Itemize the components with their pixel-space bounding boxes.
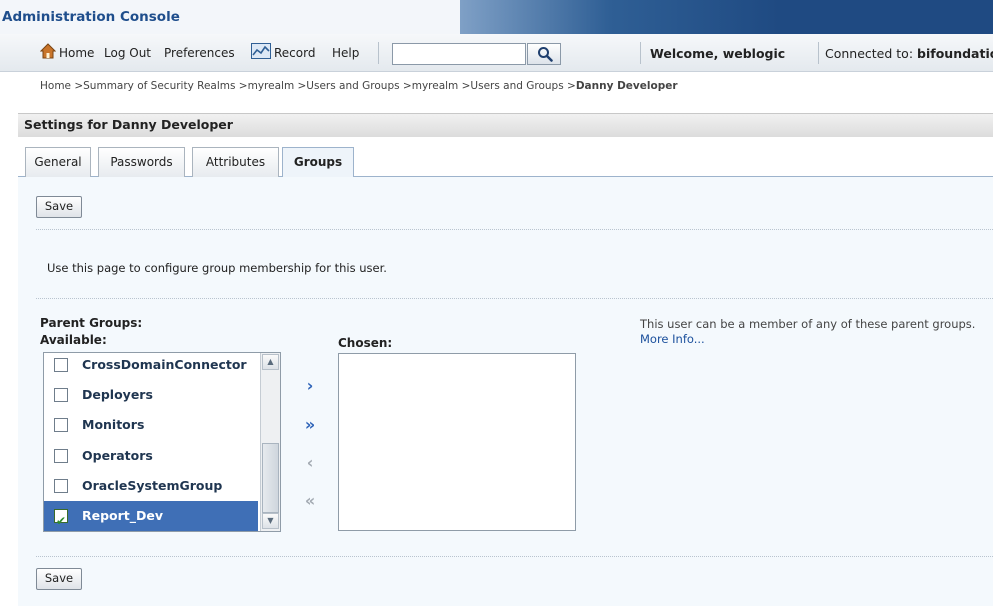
available-groups-list[interactable]: CrossDomainConnector Deployers Monitors …: [43, 352, 281, 532]
tab-groups[interactable]: Groups: [282, 147, 354, 178]
checkbox-checked[interactable]: [54, 506, 68, 531]
move-all-left-icon[interactable]: «: [298, 489, 322, 513]
preferences-link[interactable]: Preferences: [164, 46, 235, 60]
group-label: OracleSystemGroup: [82, 478, 223, 493]
tab-general[interactable]: General: [25, 147, 91, 177]
tab-bar: General Passwords Attributes Groups: [18, 137, 993, 178]
save-button-top[interactable]: Save: [36, 196, 82, 218]
list-item-selected[interactable]: Report_Dev: [44, 501, 258, 531]
move-all-right-icon[interactable]: »: [298, 413, 322, 437]
scroll-up-icon[interactable]: ▲: [262, 354, 279, 370]
connected-status: Connected to: bifoundation: [825, 46, 993, 61]
page-title: Settings for Danny Developer: [18, 113, 993, 137]
checkbox[interactable]: [54, 418, 68, 432]
move-right-icon[interactable]: ›: [298, 374, 322, 398]
welcome-text: Welcome, weblogic: [650, 46, 786, 61]
list-item[interactable]: Deployers: [44, 380, 258, 410]
search-icon: [537, 46, 553, 65]
list-item[interactable]: CrossDomainConnector: [44, 353, 258, 380]
save-button-bottom[interactable]: Save: [36, 568, 82, 590]
group-label: Operators: [82, 448, 153, 463]
tab-attributes[interactable]: Attributes: [192, 147, 279, 177]
list-scrollbar[interactable]: ▲ ▼: [260, 353, 280, 531]
connected-domain: bifoundation: [917, 46, 993, 61]
move-left-icon[interactable]: ‹: [298, 451, 322, 475]
chosen-groups-list[interactable]: [338, 353, 576, 531]
home-link[interactable]: Home: [59, 46, 94, 60]
toolbar-divider: [640, 42, 641, 64]
divider: [36, 229, 993, 230]
tab-passwords[interactable]: Passwords: [98, 147, 185, 177]
checkbox[interactable]: [54, 358, 68, 372]
group-label: CrossDomainConnector: [82, 357, 247, 372]
help-text: This user can be a member of any of thes…: [640, 317, 980, 347]
scroll-down-icon[interactable]: ▼: [262, 513, 279, 529]
chosen-label: Chosen:: [338, 336, 393, 350]
parent-groups-label: Parent Groups:: [40, 316, 143, 330]
help-description: This user can be a member of any of thes…: [640, 317, 976, 331]
app-title: Administration Console: [0, 0, 460, 34]
record-link[interactable]: Record: [274, 46, 315, 60]
search-input[interactable]: [392, 43, 526, 65]
toolbar-divider: [378, 42, 379, 64]
search-button[interactable]: [527, 43, 561, 65]
group-label: Deployers: [82, 387, 153, 402]
checkbox[interactable]: [54, 388, 68, 402]
list-item[interactable]: Monitors: [44, 410, 258, 440]
divider: [36, 298, 993, 299]
list-item[interactable]: Operators: [44, 441, 258, 471]
logout-link[interactable]: Log Out: [104, 46, 151, 60]
more-info-link[interactable]: More Info...: [640, 332, 705, 346]
home-icon[interactable]: [39, 43, 57, 62]
breadcrumb-path[interactable]: Home >Summary of Security Realms >myreal…: [40, 80, 576, 92]
record-icon[interactable]: [251, 43, 271, 62]
available-label: Available:: [40, 333, 107, 347]
checkbox[interactable]: [54, 449, 68, 463]
connected-label: Connected to:: [825, 46, 914, 61]
scroll-thumb[interactable]: [262, 443, 279, 513]
group-label: Monitors: [82, 417, 145, 432]
checkbox[interactable]: [54, 479, 68, 493]
breadcrumb-current: Danny Developer: [575, 80, 678, 92]
divider: [36, 556, 993, 557]
breadcrumb: Home >Summary of Security Realms >myreal…: [40, 80, 678, 92]
help-link[interactable]: Help: [332, 46, 359, 60]
header-banner: [460, 0, 993, 34]
page-description: Use this page to configure group members…: [47, 261, 387, 275]
list-item[interactable]: OracleSystemGroup: [44, 471, 258, 501]
toolbar-divider: [818, 42, 819, 64]
group-label: Report_Dev: [82, 508, 164, 523]
